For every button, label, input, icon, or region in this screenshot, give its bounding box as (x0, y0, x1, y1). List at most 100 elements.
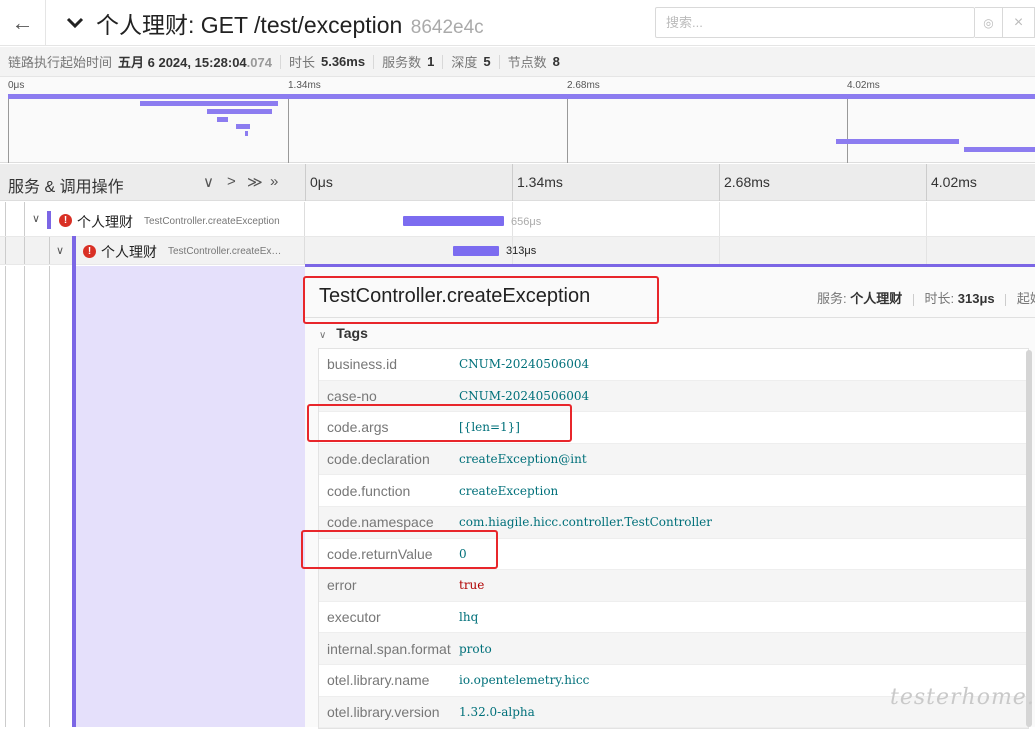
chevron-down-icon[interactable]: ∨ (32, 212, 40, 225)
span-operation-name: TestController.createEx… (168, 246, 282, 257)
timeline-header: 服务 & 调用操作 ∨ > ≫ » 0μs 1.34ms 2.68ms 4.02… (0, 164, 1035, 201)
duration-value: 313μs (957, 291, 995, 306)
service-value: 个人理财 (850, 291, 903, 306)
minimap-tick: 1.34ms (288, 80, 321, 91)
indent-guide (24, 237, 25, 264)
service-label: 服务: (817, 291, 847, 306)
services-value: 1 (427, 54, 435, 69)
indent-guide (5, 202, 6, 236)
services-label: 服务数 (382, 55, 422, 70)
span-detail-pane: TestController.createException 服务: 个人理财 … (305, 267, 1035, 729)
tags-section-toggle[interactable]: ∨ Tags (319, 325, 368, 341)
column-resizer[interactable] (305, 164, 306, 201)
tag-key: code.namespace (327, 514, 434, 531)
timeline-gridline (512, 164, 513, 201)
depth-label: 深度 (451, 55, 478, 70)
tag-key: otel.library.version (327, 703, 440, 720)
depth-value: 5 (483, 54, 491, 69)
tag-row: code.declaration createException@int (319, 443, 1028, 476)
close-button[interactable]: × (1003, 7, 1035, 38)
tag-key: case-no (327, 387, 377, 404)
tag-row: error true (319, 570, 1028, 602)
indent-guide (5, 266, 6, 727)
search-input[interactable] (655, 7, 975, 38)
trace-minimap[interactable]: 0μs 1.34ms 2.68ms 4.02ms (0, 77, 1035, 163)
start-label: 起始 (1016, 291, 1035, 306)
service-color-marker (72, 236, 76, 727)
tag-key: code.declaration (327, 451, 430, 468)
tag-value: com.hiagile.hicc.controller.TestControll… (459, 515, 713, 530)
tag-value: io.opentelemetry.hicc (459, 673, 590, 688)
divider (442, 54, 444, 69)
duration-label: 时长: (924, 291, 955, 306)
trace-summary: 链路执行起始时间 五月 6 2024, 15:28:04.074 时长 5.36… (0, 47, 1035, 77)
span-row[interactable]: ∨ ! 个人理财 TestController.createEx… 313μs (0, 237, 1035, 265)
tag-key: executor (327, 609, 381, 626)
chevron-down-icon[interactable] (64, 12, 86, 34)
minimap-span-bar (236, 124, 250, 129)
span-row-label[interactable]: ∨ ! 个人理财 TestController.createEx… (0, 237, 305, 264)
minimap-span-bar (217, 117, 228, 122)
locate-button[interactable]: ◎ (975, 7, 1003, 38)
minimap-span-bar (964, 147, 1035, 152)
target-icon: ◎ (983, 15, 994, 30)
timeline-tick: 2.68ms (724, 174, 770, 190)
minimap-span-bar (207, 109, 272, 114)
spans-value: 8 (552, 54, 560, 69)
minimap-tick: 0μs (8, 80, 25, 91)
span-detail-meta: 服务: 个人理财 时长: 313μs 起始 (817, 288, 1035, 307)
span-row[interactable]: ∨ ! 个人理财 TestController.createException … (0, 202, 1035, 237)
chevron-right-icon[interactable]: > (227, 173, 236, 190)
tag-value: 1.32.0-alpha (459, 704, 535, 719)
span-service-name: 个人理财 (77, 214, 133, 230)
back-button[interactable]: ← (0, 0, 46, 46)
timeline-gridline (926, 202, 927, 236)
chevron-down-icon[interactable]: ∨ (203, 173, 214, 191)
minimap-span-bar (245, 131, 248, 136)
span-duration-label: 313μs (506, 245, 537, 257)
tag-key: error (327, 577, 357, 594)
service-color-marker (47, 211, 51, 229)
trace-title-text: 个人理财: GET /test/exception (96, 12, 403, 38)
highlight-box-return-value (301, 530, 498, 569)
double-chevron-down-icon[interactable]: ≫ (247, 173, 263, 191)
detail-highlight-area (72, 266, 305, 727)
indent-guide (24, 266, 25, 727)
trace-header: ← 个人理财: GET /test/exception 8642e4c ◎ × (0, 0, 1035, 46)
timeline-tick: 0μs (310, 174, 333, 190)
trace-id: 8642e4c (410, 17, 484, 38)
detail-scrollbar[interactable] (1026, 350, 1032, 727)
timeline-gridline (719, 237, 720, 264)
tag-value: createException@int (459, 452, 587, 467)
chevron-down-icon[interactable]: ∨ (56, 244, 64, 257)
tag-key: internal.span.format (327, 640, 451, 657)
timeline-gridline (926, 164, 927, 201)
minimap-canvas (8, 94, 1035, 156)
trace-title: 个人理财: GET /test/exception 8642e4c (96, 6, 484, 40)
tag-value: lhq (459, 610, 479, 625)
tag-row: executor lhq (319, 602, 1028, 634)
tag-key: otel.library.name (327, 672, 430, 689)
divider (373, 54, 375, 69)
timeline-tick: 1.34ms (517, 174, 563, 190)
highlight-box-title (303, 276, 659, 324)
indent-guide (24, 202, 25, 236)
tag-key: business.id (327, 356, 398, 373)
span-duration-bar[interactable] (403, 216, 504, 226)
double-chevron-right-icon[interactable]: » (270, 173, 278, 190)
service-operation-title: 服务 & 调用操作 (8, 179, 124, 196)
tag-value: CNUM-20240506004 (459, 357, 590, 372)
chevron-down-icon: ∨ (319, 330, 327, 341)
timeline-tick: 4.02ms (931, 174, 977, 190)
arrow-left-icon: ← (11, 10, 34, 35)
minimap-span-bar (140, 101, 278, 106)
span-duration-bar[interactable] (453, 246, 499, 256)
tag-value: proto (459, 641, 492, 656)
spans-label: 节点数 (507, 55, 547, 70)
tag-value: true (459, 578, 485, 593)
span-row-label[interactable]: ∨ ! 个人理财 TestController.createException (0, 202, 305, 236)
timeline-gridline (926, 237, 927, 264)
close-icon: × (1013, 13, 1024, 31)
highlight-box-code-args (307, 404, 572, 442)
span-service-name: 个人理财 (101, 244, 157, 260)
